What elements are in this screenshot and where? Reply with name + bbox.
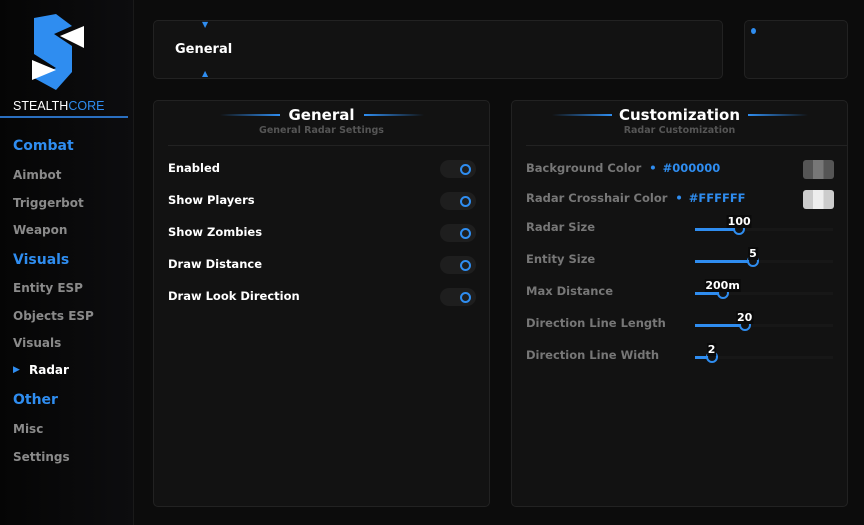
tab-bar: ▼ General ▲ bbox=[153, 20, 723, 79]
slider-fill bbox=[695, 324, 745, 327]
toggle-knob bbox=[460, 292, 471, 303]
slider-direction-line-length[interactable]: 20 bbox=[695, 324, 833, 327]
sidebar-item-misc[interactable]: Misc bbox=[13, 422, 43, 436]
color-label: Radar Crosshair Color • #FFFFFF bbox=[526, 191, 746, 205]
panel-title: Customization bbox=[512, 106, 847, 124]
sidebar-item-weapon[interactable]: Weapon bbox=[13, 223, 67, 237]
sidebar-item-radar[interactable]: Radar bbox=[29, 363, 69, 377]
brand-name: STEALTHCORE bbox=[13, 99, 104, 113]
toggle-enabled[interactable] bbox=[440, 160, 476, 178]
divider bbox=[168, 145, 489, 146]
toggle-knob bbox=[460, 196, 471, 207]
brand-divider bbox=[0, 116, 128, 118]
customization-panel: Customization Radar Customization Backgr… bbox=[511, 100, 848, 507]
toggle-draw-look-direction[interactable] bbox=[440, 288, 476, 306]
color-swatch-background[interactable] bbox=[803, 160, 834, 179]
toggle-knob bbox=[460, 228, 471, 239]
slider-label: Max Distance bbox=[526, 284, 613, 298]
toggle-label: Draw Distance bbox=[168, 257, 262, 271]
panel-subtitle: General Radar Settings bbox=[154, 125, 489, 136]
color-bullet: • bbox=[675, 191, 682, 205]
toggle-label: Draw Look Direction bbox=[168, 289, 300, 303]
color-swatch-crosshair[interactable] bbox=[803, 190, 834, 209]
sidebar-item-aimbot[interactable]: Aimbot bbox=[13, 168, 61, 182]
slider-label: Direction Line Width bbox=[526, 348, 659, 362]
panel-title: General bbox=[154, 106, 489, 124]
color-hex-value: #000000 bbox=[663, 161, 721, 175]
toggle-label: Show Zombies bbox=[168, 225, 262, 239]
slider-label: Direction Line Length bbox=[526, 316, 666, 330]
color-label-text: Background Color bbox=[526, 161, 641, 175]
tab-indicator-up-icon: ▲ bbox=[202, 69, 208, 78]
status-dot-icon bbox=[751, 28, 756, 34]
sidebar-item-triggerbot[interactable]: Triggerbot bbox=[13, 196, 84, 210]
toggle-knob bbox=[460, 164, 471, 175]
toggle-show-players[interactable] bbox=[440, 192, 476, 210]
slider-radar-size[interactable]: 100 bbox=[695, 228, 833, 231]
toggle-label: Show Players bbox=[168, 193, 255, 207]
slider-value: 100 bbox=[727, 215, 752, 228]
sidebar-section-other: Other bbox=[13, 392, 58, 408]
tab-general[interactable]: General bbox=[175, 42, 232, 57]
slider-max-distance[interactable]: 200m bbox=[695, 292, 833, 295]
toggle-draw-distance[interactable] bbox=[440, 256, 476, 274]
status-box bbox=[744, 20, 848, 79]
sidebar: STEALTHCORE Combat Aimbot Triggerbot Weapon… bbox=[0, 0, 134, 525]
sidebar-item-entity-esp[interactable]: Entity ESP bbox=[13, 281, 83, 295]
slider-label: Radar Size bbox=[526, 220, 595, 234]
color-bullet: • bbox=[649, 161, 656, 175]
toggle-show-zombies[interactable] bbox=[440, 224, 476, 242]
slider-label: Entity Size bbox=[526, 252, 595, 266]
sidebar-item-settings[interactable]: Settings bbox=[13, 450, 70, 464]
slider-value: 5 bbox=[748, 247, 758, 260]
slider-value: 20 bbox=[736, 311, 753, 324]
toggle-knob bbox=[460, 260, 471, 271]
slider-value: 2 bbox=[707, 343, 717, 356]
toggle-label: Enabled bbox=[168, 161, 220, 175]
sidebar-item-visuals[interactable]: Visuals bbox=[13, 336, 61, 350]
color-label: Background Color • #000000 bbox=[526, 161, 720, 175]
divider bbox=[526, 145, 847, 146]
sidebar-section-combat: Combat bbox=[13, 138, 74, 154]
stealthcore-logo bbox=[26, 14, 90, 90]
panel-subtitle: Radar Customization bbox=[512, 125, 847, 136]
color-label-text: Radar Crosshair Color bbox=[526, 191, 667, 205]
tab-indicator-down-icon: ▼ bbox=[202, 20, 208, 29]
color-hex-value: #FFFFFF bbox=[689, 191, 746, 205]
sidebar-section-visuals: Visuals bbox=[13, 252, 69, 268]
general-panel: General General Radar Settings Enabled Sh… bbox=[153, 100, 490, 507]
slider-fill bbox=[695, 260, 753, 263]
slider-entity-size[interactable]: 5 bbox=[695, 260, 833, 263]
active-arrow-icon: ▶ bbox=[13, 365, 20, 375]
slider-direction-line-width[interactable]: 2 bbox=[695, 356, 833, 359]
slider-value: 200m bbox=[704, 279, 740, 292]
sidebar-item-objects-esp[interactable]: Objects ESP bbox=[13, 309, 94, 323]
